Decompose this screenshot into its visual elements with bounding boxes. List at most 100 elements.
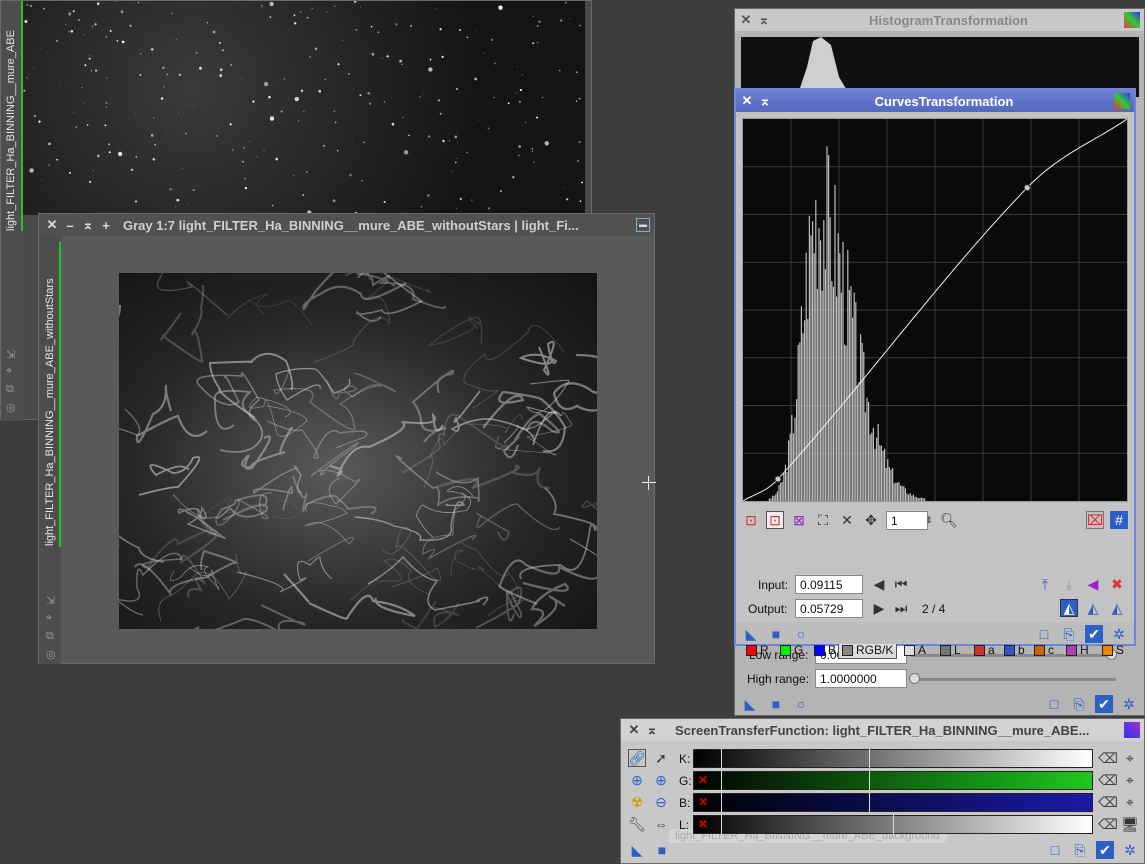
process-icon[interactable]	[1114, 93, 1130, 109]
zoom-all-icon[interactable]: ✕	[838, 511, 856, 529]
apply-icon[interactable]: ✔	[1095, 695, 1113, 713]
close-icon[interactable]: ✕	[43, 217, 61, 233]
stf-marker[interactable]	[893, 815, 894, 834]
reset-icon[interactable]: ✲	[1121, 841, 1139, 859]
disabled-icon[interactable]: ✕	[698, 795, 708, 809]
auto-stretch-icon[interactable]: ☢	[628, 793, 646, 811]
shrink-icon[interactable]: ⇲	[46, 594, 55, 607]
apply-global-icon[interactable]: ■	[653, 841, 671, 859]
disabled-icon[interactable]: ✕	[698, 773, 708, 787]
edit-icon[interactable]: ⎘	[1071, 841, 1089, 859]
pointer-icon[interactable]: ➚	[652, 749, 670, 767]
nebula-image[interactable]	[119, 273, 597, 629]
zoom-out-icon[interactable]: ⊖	[652, 793, 670, 811]
display-icon[interactable]: 🖥︎	[1121, 815, 1139, 833]
edit-icon[interactable]: ⎘	[1060, 625, 1078, 643]
shade-icon[interactable]: ⌅	[643, 722, 661, 738]
delete-point-icon[interactable]: ⊠	[790, 511, 808, 529]
stf-bar-b[interactable]	[693, 793, 1093, 812]
preview-icon[interactable]: ○	[792, 625, 810, 643]
first-point-icon[interactable]: ⏮	[892, 575, 910, 593]
new-instance-icon[interactable]: ◣	[742, 625, 760, 643]
stf-marker[interactable]	[721, 749, 722, 768]
preview-icon[interactable]: ○	[792, 695, 810, 713]
shade-icon[interactable]: ⌅	[756, 93, 774, 109]
next-point-icon[interactable]: ▶	[870, 599, 888, 617]
new-instance-icon[interactable]: ◣	[741, 695, 759, 713]
shade-icon[interactable]: ⌅	[79, 217, 97, 233]
shrink-icon[interactable]: ⇲	[6, 348, 15, 361]
stf-marker[interactable]	[721, 815, 722, 834]
reset-channel-icon[interactable]: ⌫	[1098, 749, 1118, 767]
reset-channel-icon[interactable]: ⌫	[1098, 815, 1118, 833]
stf-bar-g[interactable]	[693, 771, 1093, 790]
browse-doc-icon[interactable]: □	[1045, 695, 1063, 713]
apply-global-icon[interactable]: ■	[767, 625, 785, 643]
stf-marker[interactable]	[869, 771, 870, 790]
pan-icon[interactable]: ⇔	[652, 815, 670, 833]
browse-doc-icon[interactable]: □	[1046, 841, 1064, 859]
curves-window[interactable]: ✕ ⌅ CurvesTransformation ⊡ ⊡ ⊠ ⛶ ✕ ✥ 1 ⇕…	[734, 88, 1136, 659]
reset-curve-icon[interactable]: ✖	[1108, 575, 1126, 593]
side-label[interactable]: light_FILTER_Ha_BINNING__mure_ABE	[5, 19, 17, 231]
target-icon[interactable]: ◎	[6, 401, 16, 414]
akima-interpolation-icon[interactable]: ◭	[1060, 599, 1078, 617]
show-all-icon[interactable]: ⌧	[1086, 511, 1104, 529]
stf-marker[interactable]	[721, 771, 722, 790]
stf-marker[interactable]	[869, 749, 870, 768]
zoom-icon[interactable]: 🔍︎	[940, 511, 958, 529]
curve-point[interactable]	[1023, 184, 1031, 192]
close-icon[interactable]: ✕	[737, 12, 755, 28]
reset-channel-icon[interactable]: ⌫	[1098, 771, 1118, 789]
copy-icon[interactable]: ⧉	[46, 630, 54, 643]
high-range-slider[interactable]	[911, 678, 1116, 681]
shade-icon[interactable]: ⌅	[755, 12, 773, 28]
fit-icon[interactable]: ⌖	[46, 612, 52, 625]
fit-icon[interactable]: ⌖	[6, 365, 12, 378]
output-field[interactable]: 0.05729	[795, 599, 863, 618]
edit-point-icon[interactable]: ⊡	[742, 511, 760, 529]
cubic-interpolation-icon[interactable]: ◭	[1084, 599, 1102, 617]
input-field[interactable]: 0.09115	[795, 575, 863, 594]
edit-icon[interactable]: ⎘	[1070, 695, 1088, 713]
reset-icon[interactable]: ✲	[1110, 625, 1128, 643]
image-window[interactable]: ✕ – ⌅ + Gray 1:7 light_FILTER_Ha_BINNING…	[38, 213, 656, 664]
store-curve-icon[interactable]: ⤒	[1036, 575, 1054, 593]
zoom-fit-icon[interactable]: ⛶	[814, 511, 832, 529]
high-range-thumb[interactable]	[909, 673, 920, 684]
last-point-icon[interactable]: ⏭	[892, 599, 910, 617]
browse-doc-icon[interactable]: □	[1035, 625, 1053, 643]
channel-option-icon[interactable]: ⌖	[1121, 793, 1139, 811]
link-channels-icon[interactable]: 🔗︎	[628, 749, 646, 767]
stf-marker[interactable]	[721, 793, 722, 812]
stf-bar-k[interactable]	[693, 749, 1093, 768]
channel-option-icon[interactable]: ⌖	[1121, 749, 1139, 767]
invert-curve-icon[interactable]: ◀	[1084, 575, 1102, 593]
stf-window[interactable]: ✕ ⌅ ScreenTransferFunction: light_FILTER…	[620, 718, 1145, 864]
close-icon[interactable]: ✕	[738, 93, 756, 109]
zoom-in-alt-icon[interactable]: ⊕	[652, 771, 670, 789]
channel-option-icon[interactable]: ⌖	[1121, 771, 1139, 789]
curves-graph[interactable]	[742, 118, 1128, 502]
copy-icon[interactable]: ⧉	[6, 383, 14, 396]
stf-marker[interactable]	[869, 793, 870, 812]
target-icon[interactable]: ◎	[46, 648, 56, 661]
minimize-icon[interactable]: –	[61, 218, 79, 233]
disabled-icon[interactable]: ✕	[698, 817, 708, 831]
new-instance-icon[interactable]: ◣	[628, 841, 646, 859]
linear-interpolation-icon[interactable]: ◭	[1108, 599, 1126, 617]
close-icon[interactable]: ✕	[625, 722, 643, 738]
grid-icon[interactable]: #	[1110, 511, 1128, 529]
reset-channel-icon[interactable]: ⌫	[1098, 793, 1118, 811]
curve-point[interactable]	[774, 475, 782, 483]
zoom-spinner-icon[interactable]: ⇕	[920, 511, 938, 529]
process-icon[interactable]	[1124, 12, 1140, 28]
apply-icon[interactable]: ✔	[1085, 625, 1103, 643]
apply-global-icon[interactable]: ■	[767, 695, 785, 713]
pan-icon[interactable]: ✥	[862, 511, 880, 529]
process-icon[interactable]	[1124, 722, 1140, 738]
side-label[interactable]: light_FILTER_Ha_BINNING__mure_ABE_withou…	[44, 260, 56, 546]
select-point-icon[interactable]: ⊡	[766, 511, 784, 529]
apply-icon[interactable]: ✔	[1096, 841, 1114, 859]
reset-icon[interactable]: ✲	[1120, 695, 1138, 713]
